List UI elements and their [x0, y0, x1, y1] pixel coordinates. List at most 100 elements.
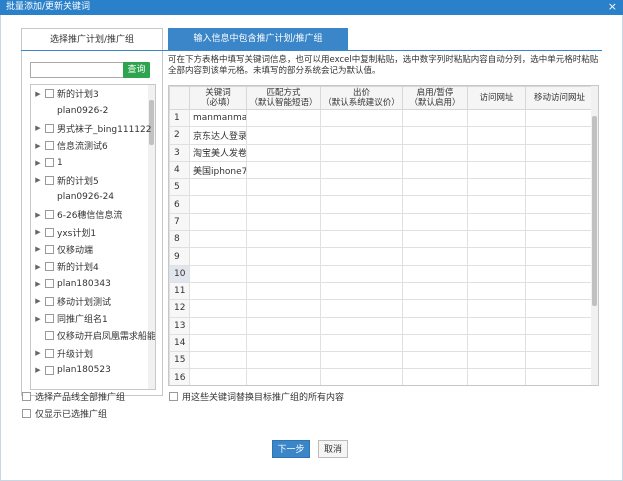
keyword-cell[interactable] — [189, 299, 247, 318]
tree-item-checkbox[interactable] — [45, 244, 54, 254]
expand-arrow-icon[interactable]: ▶ — [31, 349, 45, 357]
bid-cell[interactable] — [320, 212, 403, 232]
replace-all-option[interactable]: 用这些关键词替换目标推广组的所有内容 — [169, 390, 344, 403]
url-cell[interactable] — [467, 108, 526, 128]
cancel-button[interactable]: 取消 — [318, 440, 348, 458]
only-selected-option[interactable]: 仅显示已选推广组 — [22, 407, 107, 420]
tree-item-checkbox[interactable] — [45, 262, 54, 272]
close-icon[interactable]: × — [608, 0, 617, 14]
bid-cell[interactable] — [320, 160, 403, 180]
mobile-url-cell[interactable] — [525, 299, 594, 318]
mobile-url-cell[interactable] — [525, 281, 594, 301]
tab-input-contains-plan[interactable]: 输入信息中包含推广计划/推广组 — [168, 28, 348, 51]
mobile-url-cell[interactable] — [525, 108, 594, 128]
status-cell[interactable] — [402, 351, 468, 370]
mobile-url-cell[interactable] — [525, 333, 594, 353]
mobile-url-cell[interactable] — [525, 143, 594, 162]
tree-item-checkbox[interactable] — [44, 331, 54, 341]
url-cell[interactable] — [467, 247, 526, 266]
tree-item-checkbox[interactable] — [45, 141, 54, 151]
keyword-cell[interactable]: manmanmai — [189, 108, 247, 128]
keyword-cell[interactable] — [189, 264, 247, 283]
expand-arrow-icon[interactable]: ▶ — [31, 366, 45, 374]
match-type-cell[interactable] — [246, 160, 321, 180]
tree-item-checkbox[interactable] — [45, 175, 54, 185]
match-type-cell[interactable] — [246, 195, 321, 214]
keyword-cell[interactable] — [189, 230, 247, 249]
row-number[interactable]: 11 — [169, 281, 190, 301]
row-number[interactable]: 10 — [169, 264, 190, 283]
tree-item[interactable]: ▶ plan180343 — [31, 275, 155, 292]
match-type-cell[interactable] — [246, 264, 321, 283]
match-type-cell[interactable] — [246, 143, 321, 162]
url-cell[interactable] — [467, 368, 526, 385]
keyword-cell[interactable] — [189, 316, 247, 335]
status-cell[interactable] — [402, 299, 468, 318]
match-type-cell[interactable] — [246, 333, 321, 353]
mobile-url-cell[interactable] — [525, 195, 594, 214]
mobile-url-cell[interactable] — [525, 264, 594, 283]
bid-cell[interactable] — [320, 143, 403, 162]
row-number[interactable]: 14 — [169, 333, 190, 353]
grid-scrollbar-thumb[interactable] — [592, 116, 597, 306]
tree-item[interactable]: ▶ 6-26穗信信息流 — [31, 206, 155, 223]
tree-item[interactable]: ▶ 移动计划测试 — [31, 293, 155, 310]
expand-arrow-icon[interactable]: ▶ — [31, 124, 45, 132]
match-type-cell[interactable] — [246, 178, 321, 197]
status-cell[interactable] — [402, 247, 468, 266]
mobile-url-cell[interactable] — [525, 126, 594, 145]
status-cell[interactable] — [402, 281, 468, 301]
row-number[interactable]: 13 — [169, 316, 190, 335]
tree-item[interactable]: ▶ 新的计划4 — [31, 258, 155, 275]
tree-item[interactable]: ▶ 1 — [31, 154, 155, 171]
row-number[interactable]: 1 — [169, 108, 190, 128]
tree-item[interactable]: ▶ plan180523 — [31, 362, 155, 379]
match-type-cell[interactable] — [246, 316, 321, 335]
tree-item-checkbox[interactable] — [45, 279, 54, 289]
url-cell[interactable] — [467, 195, 526, 214]
url-cell[interactable] — [467, 126, 526, 145]
tree-item[interactable]: ▶仅移动开启凤凰需求船能 — [31, 327, 155, 344]
url-cell[interactable] — [467, 264, 526, 283]
expand-arrow-icon[interactable]: ▶ — [31, 280, 45, 288]
mobile-url-cell[interactable] — [525, 212, 594, 232]
row-number[interactable]: 5 — [169, 178, 190, 197]
bid-cell[interactable] — [320, 195, 403, 214]
bid-cell[interactable] — [320, 230, 403, 249]
keyword-cell[interactable]: 京东达人登录 — [189, 126, 247, 145]
tree-item[interactable]: ▶ 男式袜子_bing111122 — [31, 120, 155, 137]
status-cell[interactable] — [402, 212, 468, 232]
url-cell[interactable] — [467, 281, 526, 301]
status-cell[interactable] — [402, 264, 468, 283]
status-cell[interactable] — [402, 368, 468, 385]
tree-item-checkbox[interactable] — [45, 365, 54, 375]
expand-arrow-icon[interactable]: ▶ — [31, 245, 45, 253]
expand-arrow-icon[interactable]: ▶ — [31, 176, 45, 184]
match-type-cell[interactable] — [246, 247, 321, 266]
tree-item[interactable]: ▶ 新的计划3 — [31, 85, 155, 102]
row-number[interactable]: 15 — [169, 351, 190, 370]
bid-cell[interactable] — [320, 178, 403, 197]
only-selected-checkbox[interactable] — [22, 409, 31, 418]
expand-arrow-icon[interactable]: ▶ — [31, 263, 45, 271]
url-cell[interactable] — [467, 212, 526, 232]
status-cell[interactable] — [402, 126, 468, 145]
match-type-cell[interactable] — [246, 351, 321, 370]
match-type-cell[interactable] — [246, 108, 321, 128]
expand-arrow-icon[interactable]: ▶ — [31, 315, 45, 323]
status-cell[interactable] — [402, 143, 468, 162]
url-cell[interactable] — [467, 230, 526, 249]
tree-item[interactable]: ▶ 信息流测试6 — [31, 137, 155, 154]
status-cell[interactable] — [402, 108, 468, 128]
bid-cell[interactable] — [320, 316, 403, 335]
url-cell[interactable] — [467, 316, 526, 335]
mobile-url-cell[interactable] — [525, 368, 594, 385]
status-cell[interactable] — [402, 178, 468, 197]
mobile-url-cell[interactable] — [525, 230, 594, 249]
tree-item[interactable]: ▶ yxs计划1 — [31, 223, 155, 240]
match-type-cell[interactable] — [246, 212, 321, 232]
match-type-cell[interactable] — [246, 126, 321, 145]
url-cell[interactable] — [467, 178, 526, 197]
match-type-cell[interactable] — [246, 368, 321, 385]
tree-item[interactable]: ▶ 同推广组名1 — [31, 310, 155, 327]
